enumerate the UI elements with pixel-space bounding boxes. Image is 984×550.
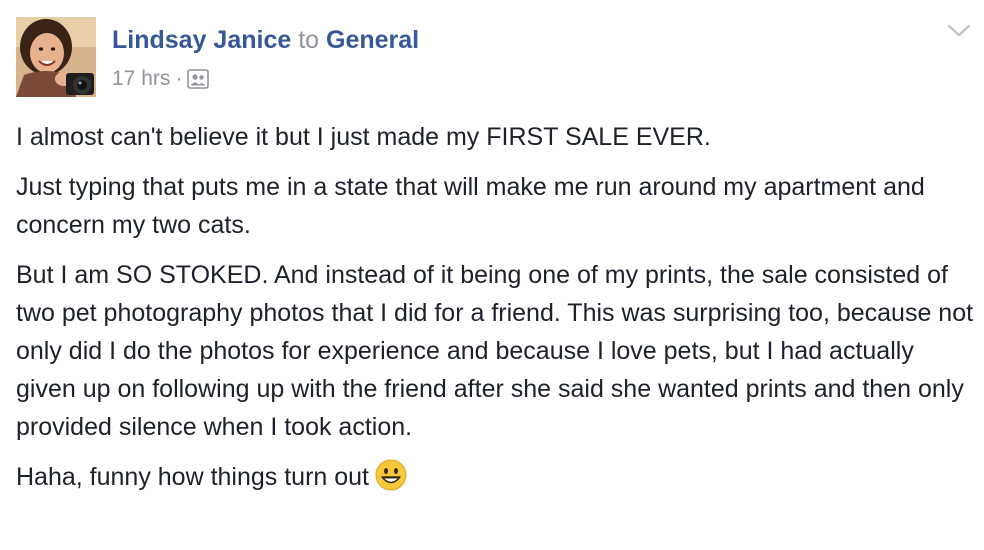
post-paragraph: I almost can't believe it but I just mad… [16, 123, 711, 151]
meta-separator: · [175, 67, 183, 90]
feed-post: Lindsay Janice to General 17 hrs · I alm… [0, 0, 984, 550]
post-timestamp[interactable]: 17 hrs [112, 66, 170, 92]
post-meta: 17 hrs · [112, 66, 210, 92]
grinning-face-emoji [375, 459, 407, 491]
author-name-link[interactable]: Lindsay Janice [112, 26, 291, 54]
chevron-down-icon[interactable] [946, 22, 972, 40]
post-paragraph: But I am SO STOKED. And instead of it be… [16, 261, 974, 441]
group-audience-icon[interactable] [187, 69, 210, 89]
post-paragraph: Just typing that puts me in a state that… [16, 173, 925, 239]
post-header: Lindsay Janice to General [112, 24, 419, 56]
post-paragraph-last: Haha, funny how things turn out [16, 458, 974, 496]
post-body: I almost can't believe it but I just mad… [16, 118, 974, 508]
author-avatar[interactable] [16, 17, 96, 97]
post-paragraph-text: Haha, funny how things turn out [16, 463, 370, 491]
group-name-link[interactable]: General [326, 26, 419, 54]
to-label: to [298, 26, 320, 54]
